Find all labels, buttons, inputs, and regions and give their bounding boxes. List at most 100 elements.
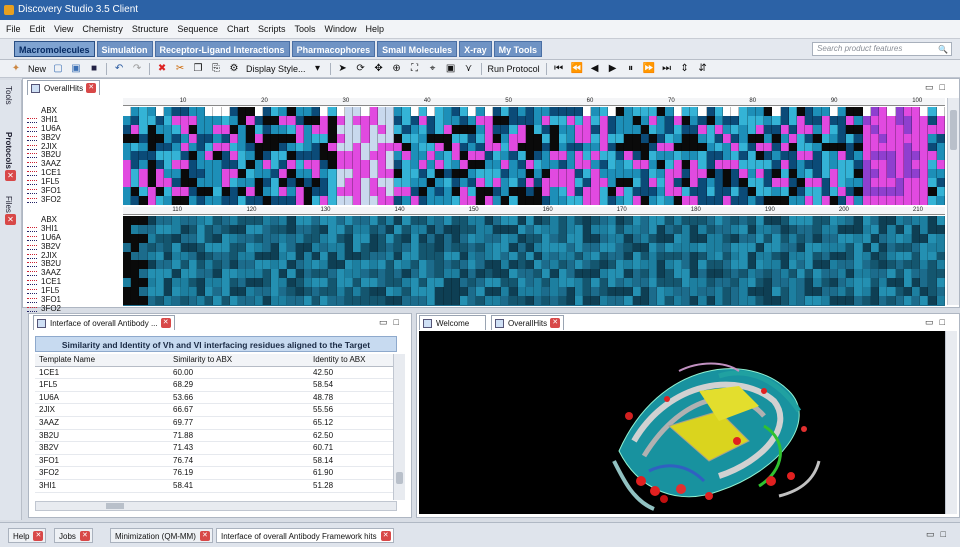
sequence-name[interactable]: ABX [25,215,123,225]
new-button[interactable]: New [28,64,46,74]
first-frame-icon[interactable]: ⏮ [553,63,565,75]
horizontal-scrollbar[interactable] [35,501,397,511]
tab-help[interactable]: Help ✕ [8,528,47,543]
tab-overallhits-viewer[interactable]: OverallHits ✕ [491,315,565,330]
tab-minimization[interactable]: Minimization (QM-MM) ✕ [110,528,213,543]
table-row[interactable]: 3HI1 58.41 51.28 [35,480,397,493]
rewind-icon[interactable]: ⏪ [571,63,583,75]
select-arrow-icon[interactable]: ➤ [337,63,349,75]
sequence-name[interactable]: 1U6A [25,233,123,243]
tools-tab[interactable]: Tools [4,86,13,105]
tab-welcome[interactable]: Welcome [419,315,487,330]
close-icon[interactable]: ✕ [86,83,97,93]
module-pharmacophores[interactable]: Pharmacophores [291,41,376,57]
sequence-name[interactable]: ABX [25,106,123,116]
search-icon[interactable]: 🔍 [938,44,948,56]
menu-file[interactable]: File [6,24,21,34]
close-icon[interactable]: ✕ [33,531,44,541]
3d-molecule-viewer[interactable] [419,331,946,514]
redo-icon[interactable]: ↷ [131,63,143,75]
close-icon[interactable]: ✕ [160,318,171,328]
table-row[interactable]: 1CE1 60.00 42.50 [35,367,397,380]
tab-interface-results[interactable]: Interface of overall Antibody ... ✕ [33,315,175,330]
sequence-name[interactable]: 3B2V [25,133,123,143]
scrollbar-thumb[interactable] [396,472,403,484]
sequence-name[interactable]: 3B2U [25,260,123,269]
sequence-name[interactable]: 3FO1 [25,295,123,305]
sequence-name[interactable]: 3AAZ [25,159,123,169]
chevron-down-icon[interactable]: ▾ [312,63,324,75]
window-controls[interactable]: ▭□ [379,317,405,328]
menu-chemistry[interactable]: Chemistry [82,24,123,34]
display-style-button[interactable]: Display Style... [246,64,306,74]
table-row[interactable]: 2JIX 66.67 55.56 [35,404,397,417]
column-header[interactable]: Identity to ABX [309,354,397,366]
menu-view[interactable]: View [54,24,73,34]
sequence-name[interactable]: 1CE1 [25,168,123,178]
scrollbar[interactable] [393,354,405,500]
sequence-name[interactable]: 3HI1 [25,115,123,125]
cut-icon[interactable]: ✂ [174,63,186,75]
sequence-name[interactable]: 3B2U [25,151,123,160]
close-icon[interactable]: ✕ [380,531,391,541]
menu-help[interactable]: Help [366,24,385,34]
last-frame-icon[interactable]: ⏭ [661,63,673,75]
play-icon[interactable]: ▶ [607,63,619,75]
table-row[interactable]: 3B2V 71.43 60.71 [35,442,397,455]
sequence-name[interactable]: 2JIX [25,142,123,152]
window-controls[interactable]: ▭□ [925,317,951,328]
alignment-block-top[interactable] [123,107,945,205]
menu-chart[interactable]: Chart [227,24,249,34]
column-header[interactable]: Template Name [35,354,169,366]
table-row[interactable]: 1U6A 53.66 48.78 [35,392,397,405]
module-x-ray[interactable]: X-ray [459,41,492,57]
new-icon[interactable]: ✦ [10,63,22,75]
close-icon[interactable]: ✕ [550,318,561,328]
close-icon[interactable]: ✕ [199,531,210,541]
translate-icon[interactable]: ✥ [373,63,385,75]
close-icon[interactable]: ✕ [79,531,90,541]
save-icon[interactable]: ■ [88,63,100,75]
sequence-name[interactable]: 3AAZ [25,268,123,278]
expand-icon[interactable]: ⇕ [679,63,691,75]
sequence-name[interactable]: 2JIX [25,251,123,261]
search-input[interactable]: Search product features 🔍 [812,42,952,56]
scrollbar-thumb[interactable] [950,110,957,150]
table-row[interactable]: 3FO1 76.74 58.14 [35,455,397,468]
sequence-name[interactable]: 3HI1 [25,224,123,234]
sequence-name[interactable]: 1U6A [25,124,123,134]
module-macromolecules[interactable]: Macromolecules [14,41,95,57]
close-icon[interactable]: ✕ [5,214,16,225]
menu-structure[interactable]: Structure [132,24,169,34]
protocols-tab[interactable]: Protocols [4,132,13,169]
table-row[interactable]: 3FO2 76.19 61.90 [35,467,397,480]
label-icon[interactable]: ▣ [445,63,457,75]
table-row[interactable]: 3B2U 71.88 62.50 [35,430,397,443]
collapse-icon[interactable]: ⇵ [697,63,709,75]
files-tab[interactable]: Files [4,196,13,213]
fit-icon[interactable]: ⛶ [409,63,421,75]
menu-tools[interactable]: Tools [295,24,316,34]
sequence-name[interactable]: 1CE1 [25,277,123,287]
rotate-icon[interactable]: ⟳ [355,63,367,75]
alignment-block-bottom[interactable] [123,216,945,306]
menu-edit[interactable]: Edit [30,24,46,34]
sequence-name[interactable]: 3FO2 [25,195,123,205]
fast-forward-icon[interactable]: ⏩ [643,63,655,75]
open-folder-icon[interactable]: ▢ [52,63,64,75]
sequence-name[interactable]: 3B2V [25,242,123,252]
module-my-tools[interactable]: My Tools [493,41,542,57]
paste-icon[interactable]: ⎘ [210,63,222,75]
scrollbar-thumb[interactable] [106,503,124,509]
delete-icon[interactable]: ✖ [156,63,168,75]
pause-icon[interactable]: ⏸ [625,63,637,75]
menu-scripts[interactable]: Scripts [258,24,286,34]
window-controls[interactable]: ▭□ [925,82,951,93]
measure-icon[interactable]: ⋎ [463,63,475,75]
column-header[interactable]: Similarity to ABX [169,354,309,366]
sequence-name[interactable]: 1FL5 [25,286,123,296]
module-small-molecules[interactable]: Small Molecules [377,41,458,57]
scrollbar[interactable] [945,331,957,514]
window-controls[interactable]: ▭□ [926,529,952,540]
settings-icon[interactable]: ⚙ [228,63,240,75]
